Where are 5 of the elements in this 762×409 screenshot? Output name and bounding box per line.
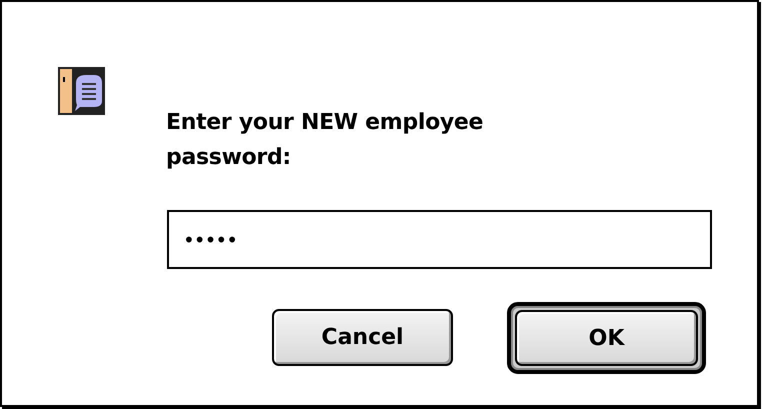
ok-button[interactable]: OK — [515, 310, 698, 366]
password-field[interactable]: ••••• — [167, 210, 712, 269]
speaking-face-icon — [58, 67, 105, 115]
password-prompt: Enter your NEW employee password: — [166, 109, 484, 172]
cancel-button[interactable]: Cancel — [272, 309, 453, 366]
